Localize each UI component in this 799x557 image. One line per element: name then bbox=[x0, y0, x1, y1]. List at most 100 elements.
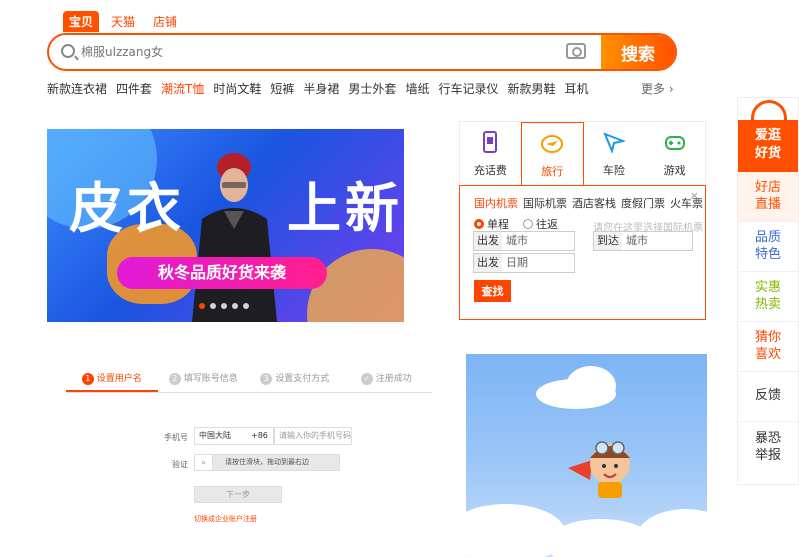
depart-city-field[interactable]: 出发 城市 bbox=[473, 231, 575, 251]
step-1: 1 设置用户名 bbox=[66, 365, 158, 392]
step-2: 2 填写账号信息 bbox=[158, 365, 250, 392]
step-number: 1 bbox=[81, 373, 94, 385]
promo-image[interactable] bbox=[466, 354, 707, 557]
radio-label: 单程 bbox=[487, 218, 509, 231]
sidebar-item-guess[interactable]: 猜你 喜欢 bbox=[738, 322, 798, 372]
tab-baobei[interactable]: 宝贝 bbox=[63, 11, 100, 32]
ticket-hotel[interactable]: 酒店客栈 bbox=[572, 195, 616, 211]
carousel-dot[interactable] bbox=[199, 303, 205, 309]
step-label: 设置支付方式 bbox=[275, 374, 330, 384]
trip-type: 单程 往返 bbox=[474, 216, 558, 232]
sidebar-item-line: 暴恐 bbox=[754, 431, 781, 446]
country-value: 中国大陆 bbox=[199, 431, 231, 440]
sidebar-item-line: 猜你 bbox=[754, 330, 781, 345]
carousel-dot[interactable] bbox=[221, 303, 227, 309]
step-number: 3 bbox=[260, 373, 273, 385]
tab-travel[interactable]: 旅行 bbox=[520, 122, 584, 185]
hot-word[interactable]: 时尚文鞋 bbox=[213, 80, 261, 97]
sidebar-head-line: 爱逛 bbox=[754, 128, 781, 143]
close-icon[interactable]: × bbox=[690, 189, 699, 202]
hot-word[interactable]: 墙纸 bbox=[405, 80, 429, 97]
step-label: 注册成功 bbox=[375, 374, 412, 384]
step-3: 3 设置支付方式 bbox=[249, 365, 341, 392]
slider-verify[interactable]: » 请按住滑块，拖动到最右边 bbox=[194, 454, 340, 471]
search-box: 搜索 bbox=[47, 33, 677, 71]
mascot-figure bbox=[568, 441, 630, 498]
enterprise-link[interactable]: 切换成企业账户注册 bbox=[194, 514, 257, 524]
radio-single[interactable]: 单程 bbox=[474, 216, 509, 232]
hot-word[interactable]: 短裤 bbox=[270, 80, 294, 97]
field-label: 出发 bbox=[474, 254, 502, 272]
model-figure bbox=[192, 153, 277, 322]
tab-games[interactable]: 游戏 bbox=[644, 122, 705, 185]
sidebar-item-feedback[interactable]: 反馈 bbox=[738, 372, 798, 422]
carousel-dot[interactable] bbox=[232, 303, 238, 309]
hot-word[interactable]: 潮流T恤 bbox=[161, 80, 204, 97]
tab-phone-recharge[interactable]: 充话费 bbox=[460, 122, 521, 185]
query-button[interactable]: 查找 bbox=[474, 280, 511, 302]
right-sidebar: 爱逛 好货 好店 直播 品质 特色 实惠 热卖 猜你 喜欢 反馈 暴恐 举报 bbox=[737, 97, 799, 485]
sidebar-item-line: 实惠 bbox=[754, 280, 781, 295]
phone-label: 手机号 bbox=[164, 433, 188, 442]
tab-tmall[interactable]: 天猫 bbox=[105, 11, 141, 32]
hot-word[interactable]: 新款连衣裙 bbox=[47, 80, 107, 97]
travel-icon bbox=[541, 135, 564, 153]
banner-title-right: 上新 bbox=[287, 177, 403, 240]
hot-word[interactable]: 半身裙 bbox=[303, 80, 339, 97]
radio-round[interactable]: 往返 bbox=[523, 216, 558, 232]
search-button[interactable]: 搜索 bbox=[601, 35, 675, 69]
phone-icon bbox=[483, 131, 498, 153]
sidebar-item-line: 反馈 bbox=[754, 388, 781, 403]
step-label: 填写账号信息 bbox=[183, 374, 238, 384]
hot-word[interactable]: 四件套 bbox=[116, 80, 152, 97]
tab-label: 充话费 bbox=[473, 164, 507, 177]
service-panel: 充话费 旅行 车险 游戏 国内机票 国际机票 酒店客栈 度假门票 火车票 × 单… bbox=[459, 121, 706, 320]
hot-word[interactable]: 行车记录仪 bbox=[438, 80, 498, 97]
hot-word[interactable]: 男士外套 bbox=[348, 80, 396, 97]
ticket-vacation[interactable]: 度假门票 bbox=[621, 195, 665, 211]
promo-banner[interactable]: 皮衣 上新 秋冬品质好货来袭 bbox=[47, 129, 404, 322]
step-4: ✓ 注册成功 bbox=[341, 365, 433, 392]
send-icon bbox=[603, 132, 625, 153]
sidebar-item-line: 热卖 bbox=[754, 297, 781, 312]
decor-blob bbox=[307, 249, 404, 322]
sidebar-item-line: 喜欢 bbox=[754, 347, 781, 362]
phone-input[interactable]: 请输入你的手机号码 bbox=[274, 427, 352, 445]
register-steps: 1 设置用户名 2 填写账号信息 3 设置支付方式 ✓ 注册成功 bbox=[66, 365, 432, 393]
search-input[interactable] bbox=[81, 42, 561, 62]
camera-icon[interactable] bbox=[566, 43, 586, 59]
hot-word[interactable]: 耳机 bbox=[564, 80, 588, 97]
field-label: 出发 bbox=[474, 232, 502, 250]
sidebar-head-line: 好货 bbox=[754, 146, 781, 161]
sidebar-item-bargain[interactable]: 实惠 热卖 bbox=[738, 272, 798, 322]
sidebar-item-report[interactable]: 暴恐 举报 bbox=[738, 422, 798, 482]
radio-dot bbox=[474, 219, 484, 229]
sidebar-head[interactable]: 爱逛 好货 bbox=[738, 120, 798, 172]
carousel-dot[interactable] bbox=[243, 303, 249, 309]
sidebar-item-line: 举报 bbox=[754, 448, 781, 463]
slider-text: 请按住滑块，拖动到最右边 bbox=[225, 458, 309, 466]
house-icon bbox=[751, 100, 787, 122]
tab-label: 游戏 bbox=[663, 164, 686, 177]
carousel-dots bbox=[199, 303, 249, 309]
sidebar-item-quality[interactable]: 品质 特色 bbox=[738, 222, 798, 272]
tab-label: 车险 bbox=[602, 164, 625, 177]
search-icon bbox=[61, 44, 75, 58]
step-label: 设置用户名 bbox=[96, 374, 142, 384]
service-tabs: 充话费 旅行 车险 游戏 bbox=[459, 121, 706, 186]
arrive-city-field[interactable]: 到达 城市 bbox=[593, 231, 693, 251]
more-link[interactable]: 更多 › bbox=[641, 80, 674, 97]
next-button[interactable]: 下一步 bbox=[194, 486, 282, 503]
carousel-dot[interactable] bbox=[210, 303, 216, 309]
ticket-domestic[interactable]: 国内机票 bbox=[474, 195, 518, 211]
ticket-international[interactable]: 国际机票 bbox=[523, 195, 567, 211]
tab-shop[interactable]: 店铺 bbox=[147, 11, 183, 32]
tab-car-insurance[interactable]: 车险 bbox=[584, 122, 645, 185]
travel-form: 国内机票 国际机票 酒店客栈 度假门票 火车票 × 单程 往返 请您在这里选择国… bbox=[459, 185, 706, 320]
step-number: 2 bbox=[168, 373, 181, 385]
hot-word[interactable]: 新款男鞋 bbox=[507, 80, 555, 97]
depart-date-field[interactable]: 出发 日期 bbox=[473, 253, 575, 273]
country-select[interactable]: 中国大陆 +86 bbox=[194, 427, 274, 445]
sidebar-item-shop-live[interactable]: 好店 直播 bbox=[738, 172, 798, 222]
slider-handle[interactable]: » bbox=[195, 455, 213, 470]
